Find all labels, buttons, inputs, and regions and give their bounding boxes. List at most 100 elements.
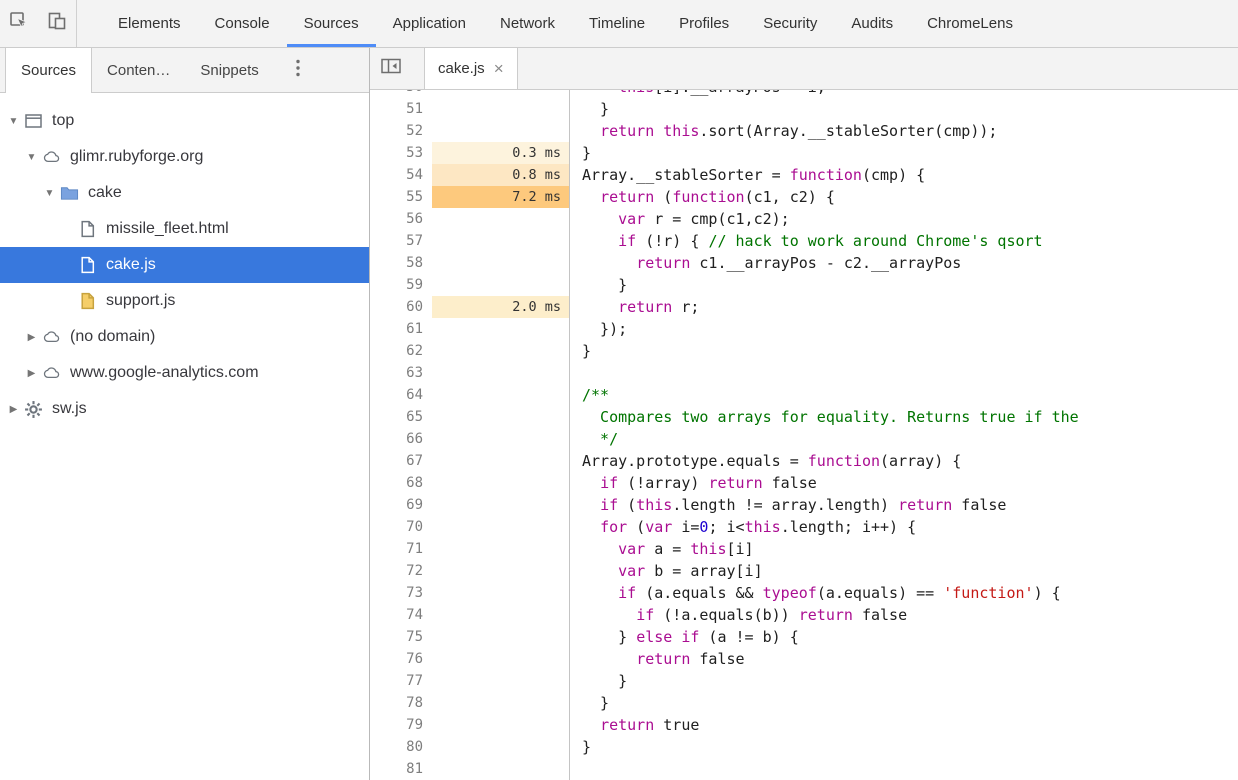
line-number[interactable]: 65 [370, 406, 432, 428]
tab-sources[interactable]: Sources [287, 0, 376, 47]
line-number[interactable]: 61 [370, 318, 432, 340]
line-number[interactable]: 74 [370, 604, 432, 626]
line-number[interactable]: 60 [370, 296, 432, 318]
code-text[interactable]: /** [570, 384, 1238, 406]
code-text[interactable]: Array.prototype.equals = function(array)… [570, 450, 1238, 472]
device-toolbar-button[interactable] [38, 0, 76, 47]
line-number[interactable]: 77 [370, 670, 432, 692]
disclosure-triangle-icon[interactable]: ▶ [24, 368, 39, 379]
code-text[interactable]: } [570, 692, 1238, 714]
navigator-tab-sources[interactable]: Sources [5, 48, 92, 93]
editor-tab-cake-js[interactable]: cake.js × [424, 48, 518, 89]
code-text[interactable]: return c1.__arrayPos - c2.__arrayPos [570, 252, 1238, 274]
code-text[interactable]: var b = array[i] [570, 560, 1238, 582]
tab-console[interactable]: Console [198, 0, 287, 47]
line-number[interactable]: 76 [370, 648, 432, 670]
code-text[interactable]: return true [570, 714, 1238, 736]
code-text[interactable]: */ [570, 428, 1238, 450]
line-number[interactable]: 54 [370, 164, 432, 186]
tree-item-missile-fleet-html[interactable]: missile_fleet.html [0, 211, 369, 247]
line-number[interactable]: 67 [370, 450, 432, 472]
line-number[interactable]: 69 [370, 494, 432, 516]
tab-elements[interactable]: Elements [101, 0, 198, 47]
tree-item-www-google-analytics-com[interactable]: ▶www.google-analytics.com [0, 355, 369, 391]
line-number[interactable]: 72 [370, 560, 432, 582]
line-number[interactable]: 75 [370, 626, 432, 648]
code-text[interactable]: } else if (a != b) { [570, 626, 1238, 648]
disclosure-triangle-icon[interactable]: ▶ [6, 404, 21, 415]
line-number[interactable]: 81 [370, 758, 432, 780]
line-number[interactable]: 73 [370, 582, 432, 604]
tab-network[interactable]: Network [483, 0, 572, 47]
tab-audits[interactable]: Audits [834, 0, 910, 47]
code-text[interactable]: var a = this[i] [570, 538, 1238, 560]
code-text[interactable]: this[i].__arrayPos = i; [570, 90, 1238, 98]
tree-item-glimr-rubyforge-org[interactable]: ▼glimr.rubyforge.org [0, 139, 369, 175]
code-text[interactable]: Compares two arrays for equality. Return… [570, 406, 1238, 428]
code-text[interactable]: if (!array) return false [570, 472, 1238, 494]
code-text[interactable]: } [570, 274, 1238, 296]
line-number[interactable]: 55 [370, 186, 432, 208]
tab-application[interactable]: Application [376, 0, 483, 47]
line-number[interactable]: 70 [370, 516, 432, 538]
tab-chromelens[interactable]: ChromeLens [910, 0, 1030, 47]
line-number[interactable]: 58 [370, 252, 432, 274]
tree-item-support-js[interactable]: support.js [0, 283, 369, 319]
code-text[interactable]: if (!a.equals(b)) return false [570, 604, 1238, 626]
code-text[interactable]: } [570, 340, 1238, 362]
more-tabs-button[interactable] [282, 48, 314, 92]
code-text[interactable]: for (var i=0; i<this.length; i++) { [570, 516, 1238, 538]
line-number[interactable]: 52 [370, 120, 432, 142]
line-number[interactable]: 71 [370, 538, 432, 560]
collapse-navigator-button[interactable] [370, 48, 412, 89]
tab-profiles[interactable]: Profiles [662, 0, 746, 47]
line-number[interactable]: 57 [370, 230, 432, 252]
code-text[interactable]: return false [570, 648, 1238, 670]
code-text[interactable]: if (!r) { // hack to work around Chrome'… [570, 230, 1238, 252]
code-text[interactable]: }); [570, 318, 1238, 340]
line-number[interactable]: 50 [370, 90, 432, 98]
line-number[interactable]: 68 [370, 472, 432, 494]
disclosure-triangle-icon[interactable]: ▼ [24, 152, 39, 163]
line-number[interactable]: 79 [370, 714, 432, 736]
disclosure-triangle-icon[interactable]: ▼ [6, 116, 21, 127]
code-text[interactable]: } [570, 142, 1238, 164]
code-text[interactable]: } [570, 670, 1238, 692]
tree-item-top[interactable]: ▼top [0, 103, 369, 139]
navigator-sidebar: SourcesConten…Snippets ▼top▼glimr.rubyfo… [0, 48, 370, 780]
line-number[interactable]: 63 [370, 362, 432, 384]
tab-timeline[interactable]: Timeline [572, 0, 662, 47]
line-number[interactable]: 78 [370, 692, 432, 714]
line-number[interactable]: 66 [370, 428, 432, 450]
disclosure-triangle-icon[interactable]: ▼ [42, 188, 57, 199]
code-text[interactable] [570, 758, 1238, 780]
code-text[interactable]: } [570, 736, 1238, 758]
inspect-element-button[interactable] [0, 0, 38, 47]
navigator-tab-snippets[interactable]: Snippets [185, 48, 273, 92]
line-number[interactable]: 56 [370, 208, 432, 230]
code-text[interactable]: var r = cmp(c1,c2); [570, 208, 1238, 230]
navigator-tab-conten[interactable]: Conten… [92, 48, 185, 92]
line-number[interactable]: 51 [370, 98, 432, 120]
tree-item-sw-js[interactable]: ▶sw.js [0, 391, 369, 427]
tree-item-no-domain[interactable]: ▶(no domain) [0, 319, 369, 355]
line-number[interactable]: 64 [370, 384, 432, 406]
code-text[interactable]: } [570, 98, 1238, 120]
code-text[interactable]: return (function(c1, c2) { [570, 186, 1238, 208]
code-text[interactable]: return r; [570, 296, 1238, 318]
line-number[interactable]: 53 [370, 142, 432, 164]
line-number[interactable]: 80 [370, 736, 432, 758]
close-tab-icon[interactable]: × [494, 60, 504, 77]
line-number[interactable]: 59 [370, 274, 432, 296]
code-text[interactable] [570, 362, 1238, 384]
code-editor[interactable]: 50 this[i].__arrayPos = i; 51 } 52 return … [370, 90, 1238, 780]
tree-item-cake-js[interactable]: cake.js [0, 247, 369, 283]
code-text[interactable]: return this.sort(Array.__stableSorter(cm… [570, 120, 1238, 142]
disclosure-triangle-icon[interactable]: ▶ [24, 332, 39, 343]
code-text[interactable]: Array.__stableSorter = function(cmp) { [570, 164, 1238, 186]
line-number[interactable]: 62 [370, 340, 432, 362]
code-text[interactable]: if (a.equals && typeof(a.equals) == 'fun… [570, 582, 1238, 604]
code-text[interactable]: if (this.length != array.length) return … [570, 494, 1238, 516]
tree-item-cake[interactable]: ▼cake [0, 175, 369, 211]
tab-security[interactable]: Security [746, 0, 834, 47]
